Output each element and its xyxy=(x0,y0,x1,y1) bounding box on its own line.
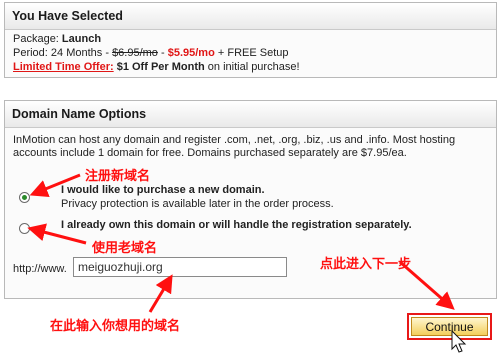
arrow-enter-domain xyxy=(148,274,173,313)
arrow-use-old xyxy=(27,223,87,245)
mouse-cursor-icon xyxy=(451,329,467,353)
arrow-next-step xyxy=(399,260,455,310)
arrow-register-new xyxy=(29,173,81,197)
annotation-arrows xyxy=(27,173,467,353)
